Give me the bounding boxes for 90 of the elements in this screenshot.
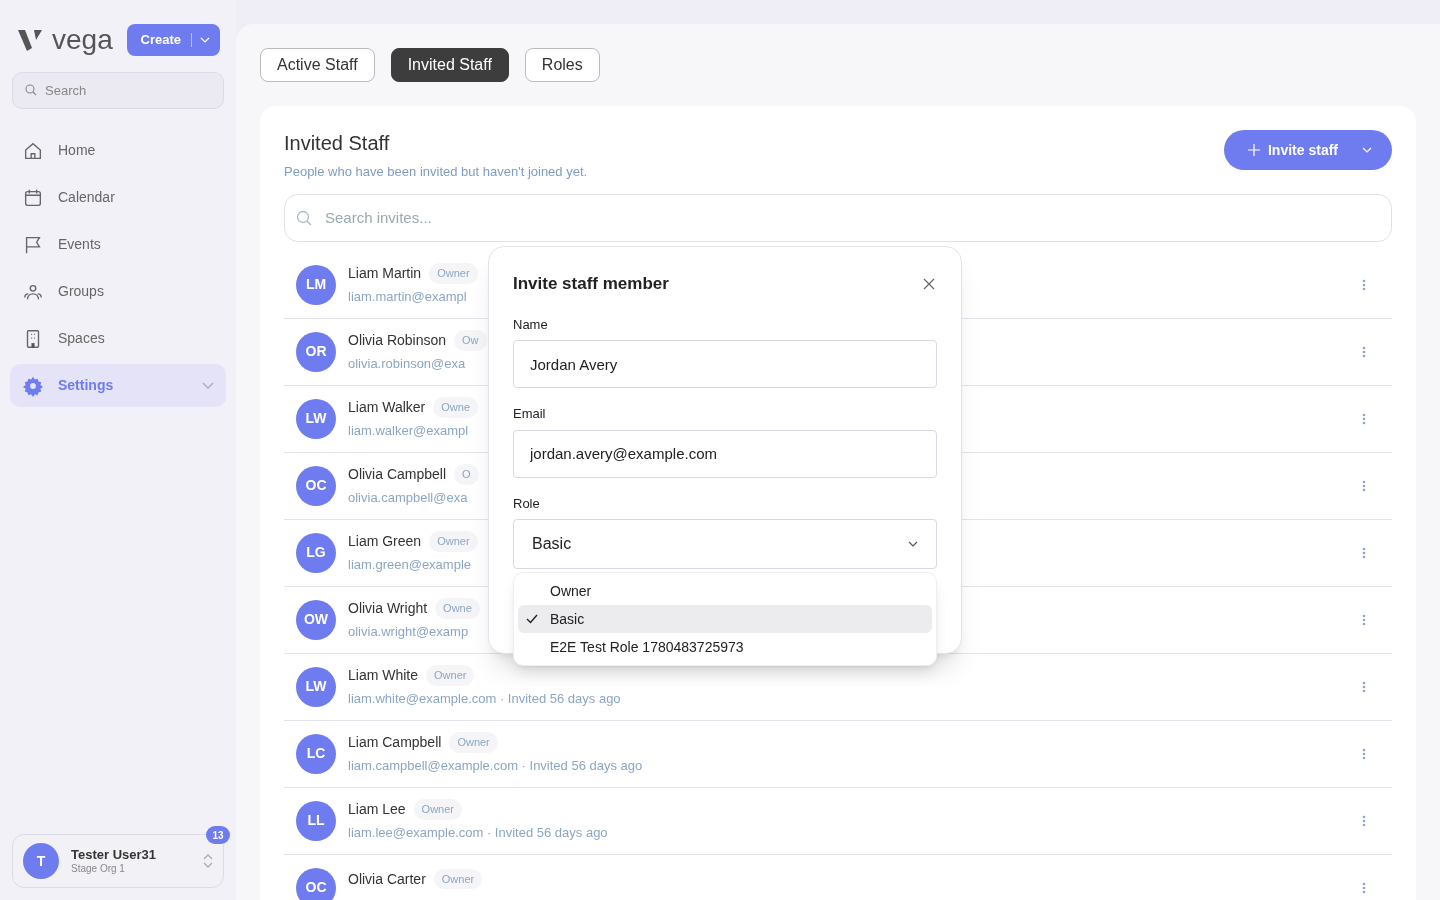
role-badge: O (454, 464, 479, 485)
avatar: OC (296, 465, 336, 506)
text-field[interactable]: jordan.avery@example.com (513, 429, 937, 478)
more-options-icon[interactable] (1362, 881, 1366, 894)
tab[interactable]: Active Staff (260, 48, 375, 82)
invite-detail: liam.campbell@example.com · Invited 56 days ago (348, 756, 643, 775)
role-badge: Owner (429, 263, 478, 284)
staff-row[interactable]: LC Liam Campbell Owner liam.campbell@example.com · Invited 56 days ago (284, 720, 1392, 788)
tab[interactable]: Invited Staff (390, 48, 509, 82)
chevron-down-icon (200, 37, 210, 43)
staff-name: Liam Campbell (348, 732, 442, 752)
nav-item[interactable]: Spaces (10, 317, 226, 360)
more-options-icon[interactable] (1362, 546, 1366, 559)
text-field[interactable]: Jordan Avery (513, 340, 937, 388)
role-badge: Owner (426, 665, 475, 686)
role-badge: Owner (433, 868, 483, 890)
close-icon (923, 277, 935, 290)
user-name: Tester User31 (71, 846, 157, 863)
nav-item[interactable]: Home (10, 129, 226, 172)
search-field[interactable]: Search invites... (284, 193, 1392, 242)
avatar: LG (296, 532, 336, 573)
checkmark-icon (526, 614, 538, 624)
avatar: LC (296, 733, 336, 774)
avatar: LL (296, 800, 336, 841)
invite-detail: liam.green@example (348, 555, 473, 574)
field-label: Email (513, 405, 547, 423)
invite-detail: olivia.campbell@exa (348, 488, 469, 507)
staff-name: Liam White (348, 665, 419, 685)
panel-title: Invited Staff (284, 131, 391, 156)
avatar: T (23, 843, 59, 879)
field-label: Name (513, 315, 549, 334)
avatar: LW (296, 666, 336, 707)
search-field[interactable]: Search (12, 72, 224, 109)
panel-subtitle: People who have been invited but haven't joined yet. (284, 163, 588, 181)
invite-detail: olivia.robinson@exa (348, 354, 467, 373)
search-icon (296, 209, 312, 226)
avatar: LM (296, 264, 336, 305)
more-options-icon[interactable] (1362, 278, 1366, 291)
more-options-icon[interactable] (1362, 412, 1366, 425)
staff-name: Olivia Campbell (348, 464, 447, 484)
role-badge: Ow (454, 330, 487, 351)
role-badge: Owner (429, 531, 478, 552)
create-button[interactable]: Create (126, 24, 220, 56)
logo-text: vega (52, 26, 113, 54)
dropdown-option[interactable]: Basic (518, 605, 932, 633)
nav-item[interactable]: Groups (10, 270, 226, 313)
search-icon (25, 84, 37, 96)
invite-detail: liam.white@example.com · Invited 56 days ago (348, 689, 621, 708)
nav-item[interactable]: Calendar (10, 176, 226, 219)
avatar: LW (296, 398, 336, 439)
staff-name: Liam Lee (348, 799, 406, 819)
invite-staff-button[interactable]: Invite staff (1224, 130, 1392, 170)
logo-icon (16, 28, 44, 52)
more-options-icon[interactable] (1362, 613, 1366, 626)
field-label: Role (513, 494, 541, 513)
avatar: OR (296, 331, 336, 372)
staff-name: Liam Green (348, 531, 422, 551)
role-badge: Owne (435, 598, 480, 619)
org-name: Stage Org 1 (71, 862, 126, 876)
notification-count: 13 (206, 826, 230, 844)
more-options-icon[interactable] (1362, 747, 1366, 760)
staff-row[interactable]: OC Olivia Carter Owner (284, 854, 1392, 900)
chevron-down-icon (908, 541, 918, 547)
more-options-icon[interactable] (1362, 479, 1366, 492)
invite-detail: olivia.wright@examp (348, 622, 470, 641)
more-options-icon[interactable] (1362, 814, 1366, 827)
avatar: OW (296, 599, 336, 640)
avatar: OC (296, 867, 336, 900)
role-badge: Owne (433, 397, 479, 418)
dialog-title: Invite staff member (513, 273, 669, 295)
staff-name: Liam Martin (348, 263, 422, 283)
role-select[interactable]: Basic (513, 519, 937, 569)
invite-detail: liam.walker@exampl (348, 421, 470, 440)
nav-item[interactable]: Events (10, 223, 226, 266)
invite-detail: liam.lee@example.com · Invited 56 days ago (348, 823, 608, 842)
staff-name: Olivia Carter (348, 869, 426, 889)
plus-icon (1248, 144, 1260, 156)
staff-name: Olivia Wright (348, 598, 428, 618)
role-badge: Owner (413, 799, 462, 820)
invite-detail: liam.martin@exampl (348, 287, 468, 306)
tab[interactable]: Roles (524, 48, 600, 82)
more-options-icon[interactable] (1362, 345, 1366, 358)
staff-name: Olivia Robinson (348, 330, 447, 350)
staff-name: Liam Walker (348, 397, 426, 417)
more-options-icon[interactable] (1362, 680, 1366, 693)
chevron-down-icon (202, 382, 214, 389)
role-badge: Owner (449, 732, 498, 753)
up-down-chevron-icon (203, 853, 213, 869)
chevron-down-icon (1362, 147, 1372, 153)
staff-row[interactable]: LL Liam Lee Owner liam.lee@example.com · Invited 56 days ago (284, 787, 1392, 855)
